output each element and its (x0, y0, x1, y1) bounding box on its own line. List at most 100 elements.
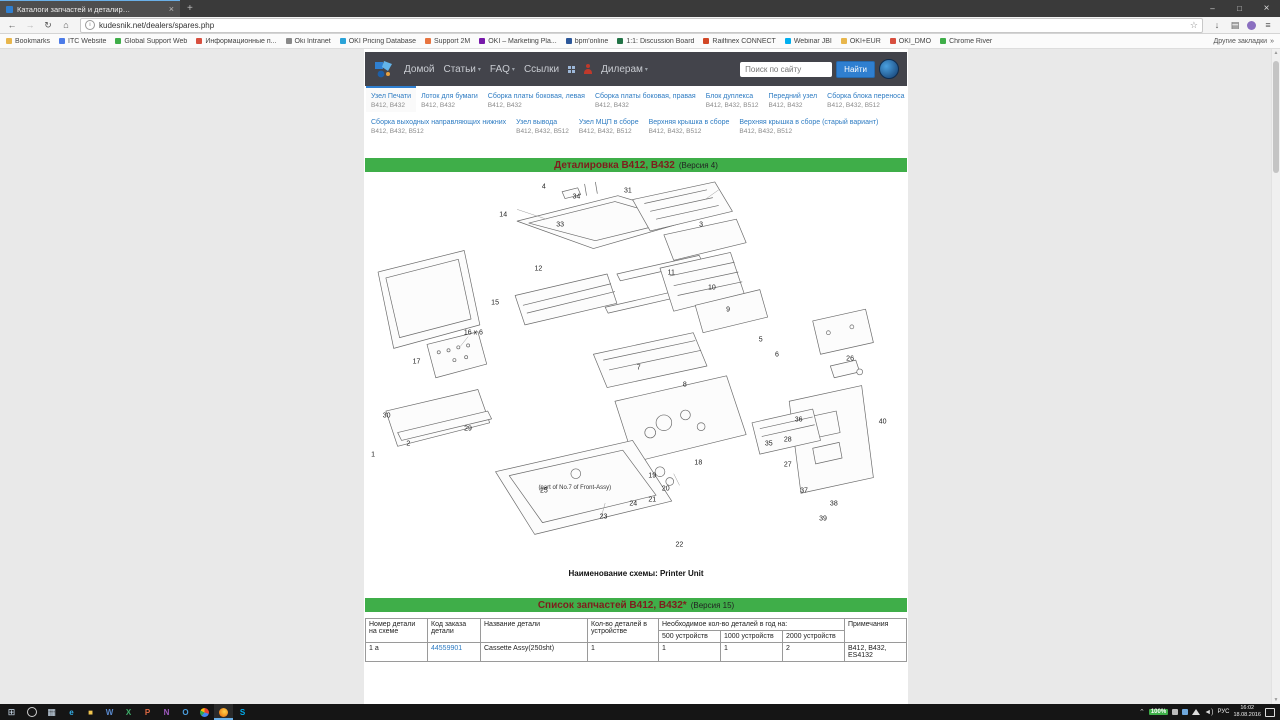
apps-icon[interactable] (568, 65, 576, 73)
taskbar-app-firefox[interactable] (214, 704, 233, 720)
forward-button[interactable]: → (22, 19, 38, 32)
site-search-input[interactable] (740, 61, 833, 77)
tab-favicon-icon (6, 5, 13, 13)
task-view-button[interactable]: ▦ (42, 704, 61, 720)
language-indicator[interactable]: РУС (1217, 709, 1229, 715)
battery-indicator[interactable]: 100% (1148, 709, 1169, 715)
other-bookmarks[interactable]: Другие закладки » (1213, 38, 1274, 45)
menu-icon[interactable]: ≡ (1260, 19, 1276, 32)
parts-menu-link[interactable]: Сборка блока переноса (827, 93, 904, 100)
bookmark-item[interactable]: Bookmarks (6, 38, 50, 45)
parts-menu-item[interactable]: Узел Печати B412, B432 (366, 86, 417, 112)
bookmark-item[interactable]: Oki Intranet (285, 38, 331, 45)
bookmark-item[interactable]: Support 2M (425, 38, 470, 45)
taskbar-app-excel[interactable]: X (119, 704, 138, 720)
parts-menu-item[interactable]: Верхняя крышка в сборе (старый вариант) B… (734, 112, 883, 138)
parts-menu-item[interactable]: Узел МЦП в сборе B412, B432, B512 (574, 112, 644, 138)
bookmark-item[interactable]: Global Support Web (115, 38, 187, 45)
scroll-down-icon[interactable]: ▼ (1272, 696, 1280, 704)
site-search-button[interactable]: Найти (836, 60, 875, 78)
parts-menu-link[interactable]: Узел вывода (516, 119, 569, 126)
cell-code[interactable]: 44559901 (427, 642, 481, 662)
bookmark-item[interactable]: bpm'online (565, 37, 609, 45)
parts-menu-link[interactable]: Верхняя крышка в сборе (649, 119, 730, 126)
nav-item-3[interactable]: Ссылки (524, 64, 559, 75)
taskbar-app-skype[interactable]: S (233, 704, 252, 720)
taskbar-app-edge[interactable]: e (62, 704, 81, 720)
bookmark-item[interactable]: Railfinex CONNECT (703, 38, 776, 45)
network-icon[interactable] (1192, 709, 1201, 715)
bookmark-item[interactable]: Chrome River (940, 38, 992, 45)
bookmark-item[interactable]: OKI+EUR (840, 38, 881, 45)
browser-tab[interactable]: Каталоги запчастей и деталир… × (0, 0, 180, 17)
bookmark-item[interactable]: Информационные п... (196, 38, 277, 45)
downloads-icon[interactable]: ↓ (1209, 19, 1225, 32)
bookmark-item[interactable]: 1:1: Discussion Board (617, 38, 694, 45)
parts-menu-link[interactable]: Сборка платы боковая, левая (488, 93, 585, 100)
nav-item-2[interactable]: FAQ ▾ (490, 64, 515, 75)
parts-menu-link[interactable]: Сборка платы боковая, правая (595, 93, 696, 100)
taskbar-clock[interactable]: 16:02 18.08.2016 (1233, 705, 1261, 718)
action-center-icon[interactable] (1265, 707, 1275, 717)
nav-item-0[interactable]: Домой (404, 64, 434, 75)
bookmark-star-icon[interactable]: ☆ (1190, 20, 1198, 31)
parts-menu-item[interactable]: Узел вывода B412, B432, B512 (511, 112, 574, 138)
parts-menu-item[interactable]: Передний узел B412, B432 (763, 86, 822, 112)
account-icon[interactable] (1247, 20, 1256, 30)
reload-button[interactable]: ↻ (40, 19, 56, 32)
bookmark-label: bpm'online (574, 37, 609, 45)
bookmark-item[interactable]: OKI Pricing Database (339, 38, 416, 45)
nav-item-6[interactable]: Дилерам ▾ (601, 64, 648, 75)
person-icon[interactable] (584, 64, 593, 74)
onedrive-icon[interactable] (1172, 709, 1179, 715)
taskbar-app-powerpoint[interactable]: P (138, 704, 157, 720)
library-icon[interactable]: ▤ (1227, 19, 1243, 32)
taskbar-app-onenote[interactable]: N (157, 704, 176, 720)
window-minimize-button[interactable]: – (1199, 0, 1226, 17)
window-maximize-button[interactable]: □ (1226, 0, 1253, 17)
parts-menu-link[interactable]: Узел МЦП в сборе (579, 119, 639, 126)
parts-menu-link[interactable]: Лоток для бумаги (421, 93, 478, 100)
parts-menu-link[interactable]: Передний узел (768, 93, 817, 100)
page-scrollbar[interactable]: ▲ ▼ (1271, 49, 1280, 704)
site-info-icon[interactable]: i (85, 20, 95, 30)
bookmark-item[interactable]: OKI_DMO (889, 38, 931, 45)
bookmark-item[interactable]: Webinar JBI (784, 38, 832, 45)
parts-menu-item[interactable]: Верхняя крышка в сборе B412, B432, B512 (644, 112, 735, 138)
parts-menu-item[interactable]: Блок дуплекса B412, B432, B512 (701, 86, 764, 112)
new-tab-button[interactable]: + (180, 0, 200, 17)
tab-close-icon[interactable]: × (169, 4, 174, 14)
parts-menu-link[interactable]: Сборка выходных направляющих нижних (371, 119, 506, 126)
bookmark-item[interactable]: ITC Website (59, 38, 106, 45)
parts-menu-item[interactable]: Сборка платы боковая, правая B412, B432 (590, 86, 701, 112)
taskbar-app-chrome[interactable] (195, 704, 214, 720)
back-button[interactable]: ← (4, 19, 20, 32)
parts-menu-link[interactable]: Узел Печати (371, 93, 411, 100)
scrollbar-thumb[interactable] (1273, 61, 1279, 173)
chevron-down-icon: ▾ (511, 66, 515, 73)
parts-menu-item[interactable]: Сборка платы боковая, левая B412, B432 (483, 86, 590, 112)
parts-menu-link[interactable]: Блок дуплекса (706, 93, 759, 100)
parts-menu-item[interactable]: Сборка выходных направляющих нижних B412,… (366, 112, 511, 138)
taskbar-app-outlook[interactable]: O (176, 704, 195, 720)
parts-menu-link[interactable]: Верхняя крышка в сборе (старый вариант) (739, 119, 878, 126)
bookmark-item[interactable]: OKI – Marketing Pla... (479, 38, 557, 45)
taskbar-app-file-explorer[interactable]: ■ (81, 704, 100, 720)
tray-expand-icon[interactable]: ⌃ (1139, 708, 1145, 716)
bookmark-favicon-icon (425, 38, 432, 44)
security-shield-icon[interactable] (1182, 709, 1189, 715)
address-bar[interactable]: i kudesnik.net/dealers/spares.php ☆ (80, 17, 1203, 33)
home-button[interactable]: ⌂ (58, 19, 74, 32)
taskbar-app-word[interactable]: W (100, 704, 119, 720)
volume-icon[interactable]: ◄) (1204, 709, 1213, 716)
cortana-search-button[interactable] (22, 704, 41, 720)
bookmark-label: 1:1: Discussion Board (626, 37, 695, 45)
parts-menu-item[interactable]: Лоток для бумаги B412, B432 (416, 86, 483, 112)
site-emblem-icon[interactable] (879, 59, 899, 79)
scroll-up-icon[interactable]: ▲ (1272, 49, 1280, 57)
col-part-number: Номер детали на схеме (365, 618, 428, 643)
start-button[interactable]: ⊞ (2, 704, 21, 720)
window-close-button[interactable]: × (1253, 0, 1280, 17)
parts-menu-item[interactable]: Сборка блока переноса B412, B432, B512 (822, 86, 909, 112)
nav-item-1[interactable]: Статьи ▾ (443, 64, 480, 75)
